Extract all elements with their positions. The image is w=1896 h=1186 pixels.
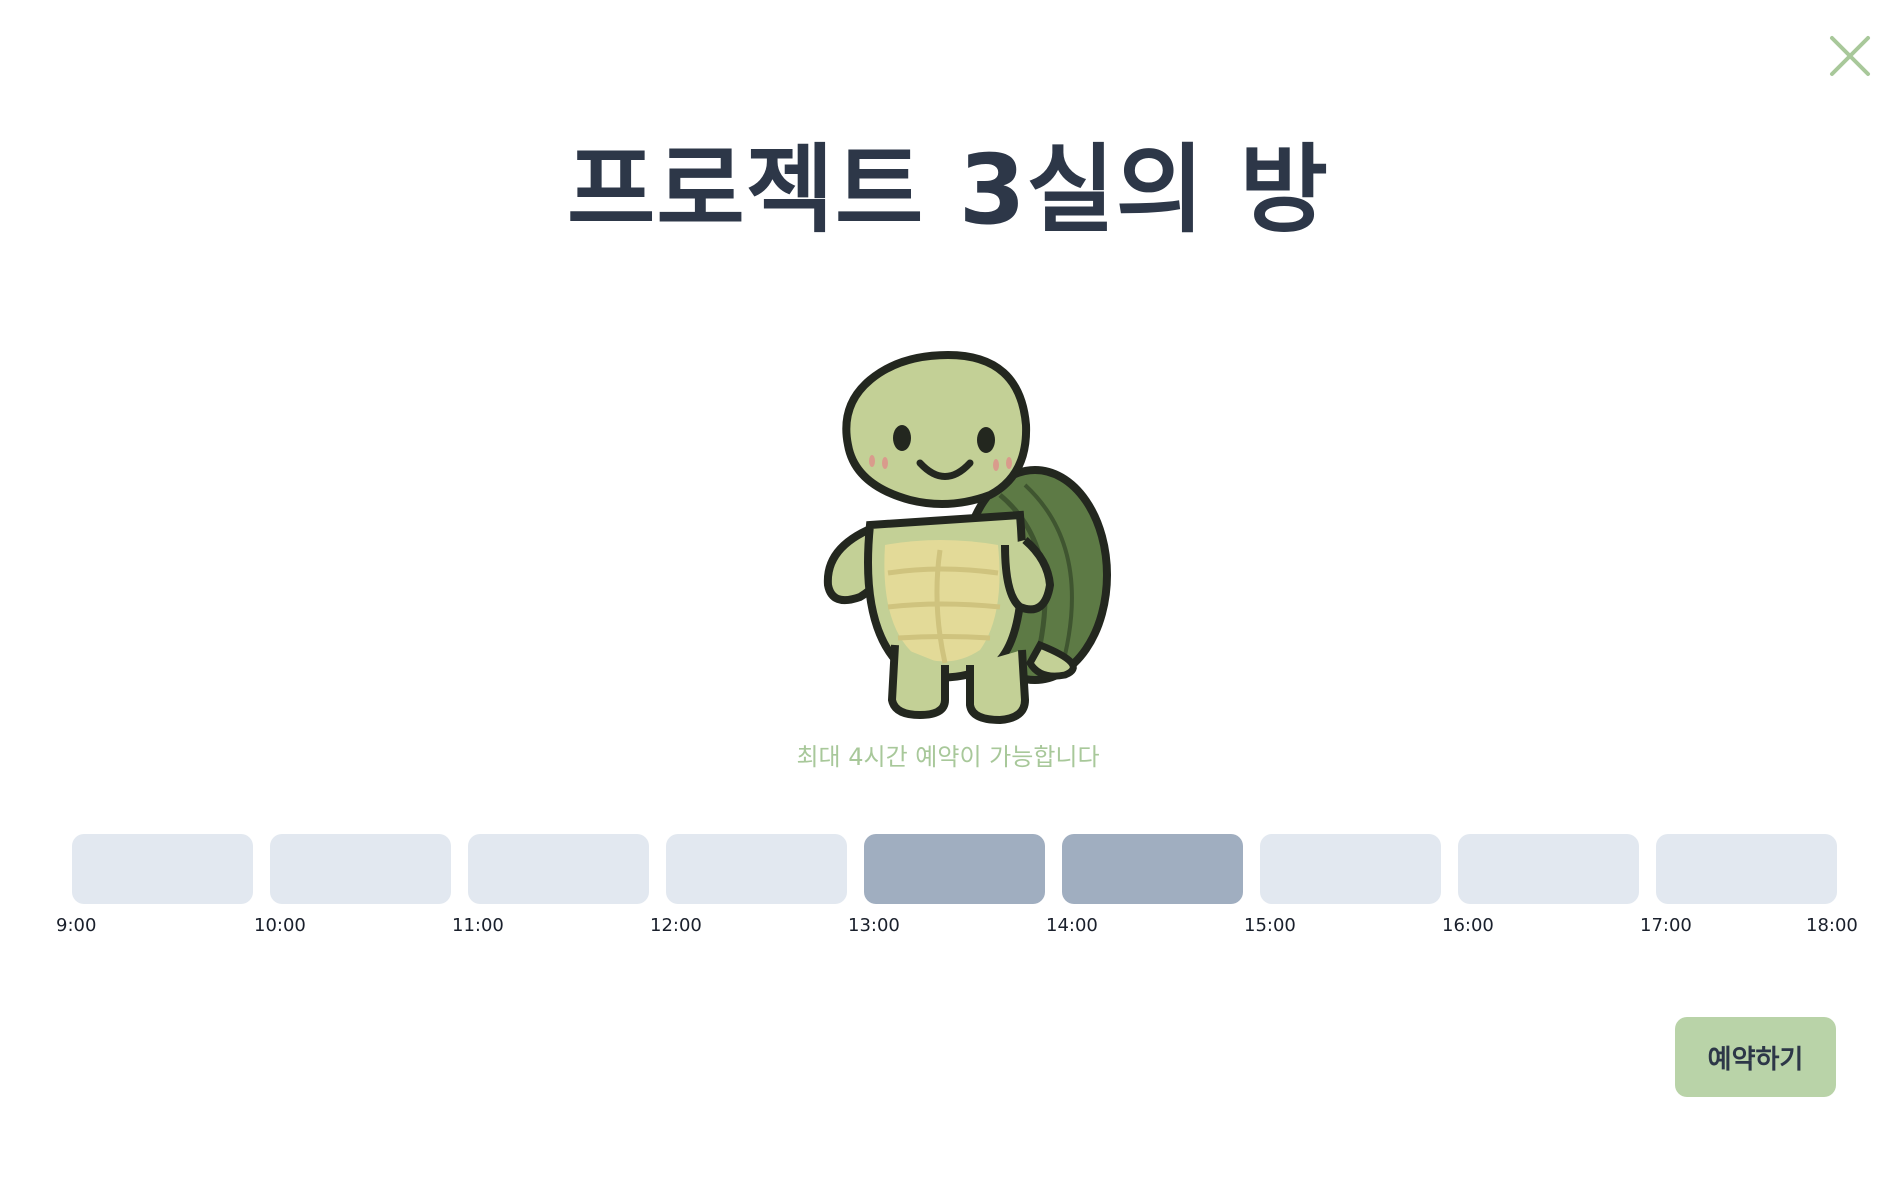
time-tick-label: 10:00: [254, 915, 306, 936]
close-icon: [1830, 36, 1870, 76]
close-button[interactable]: [1826, 32, 1874, 80]
time-slot-13[interactable]: [864, 834, 1045, 904]
max-hours-hint: 최대 4시간 예약이 가능합니다: [796, 743, 1100, 771]
time-tick-label: 16:00: [1442, 915, 1494, 936]
reservation-modal: 프로젝트 3실의 방 최대 4시간 예약이 가능합니다 9:00 10:00 1…: [0, 0, 1896, 1186]
time-slot-14[interactable]: [1062, 834, 1243, 904]
time-tick-label: 18:00: [1806, 915, 1858, 936]
time-tick-label: 9:00: [56, 915, 97, 936]
time-tick-label: 15:00: [1244, 915, 1296, 936]
time-slot-9[interactable]: [72, 834, 253, 904]
time-slot-12[interactable]: [666, 834, 847, 904]
time-tick-label: 14:00: [1046, 915, 1098, 936]
time-slot-16[interactable]: [1458, 834, 1639, 904]
time-tick-label: 13:00: [848, 915, 900, 936]
time-tick-label: 12:00: [650, 915, 702, 936]
time-slot-11[interactable]: [468, 834, 649, 904]
turtle-mascot-icon: [823, 350, 1111, 725]
time-slot-bar: [72, 834, 1840, 904]
room-title: 프로젝트 3실의 방: [567, 134, 1329, 246]
time-tick-label: 17:00: [1640, 915, 1692, 936]
time-slot-15[interactable]: [1260, 834, 1441, 904]
time-tick-label: 11:00: [452, 915, 504, 936]
reserve-button[interactable]: 예약하기: [1675, 1017, 1836, 1097]
time-slot-17[interactable]: [1656, 834, 1837, 904]
time-slot-10[interactable]: [270, 834, 451, 904]
